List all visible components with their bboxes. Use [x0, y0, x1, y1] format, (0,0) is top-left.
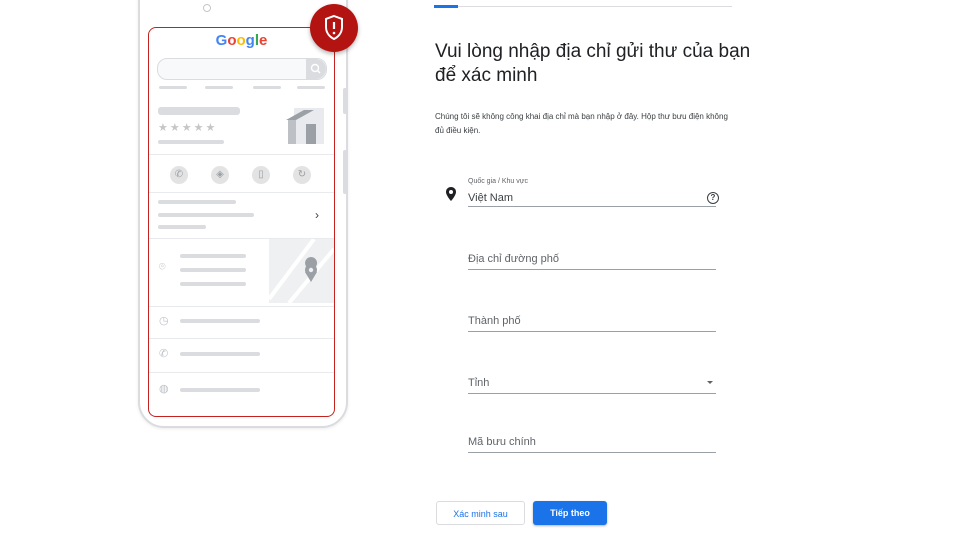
next-button[interactable]: Tiếp theo	[533, 501, 607, 525]
location-pin-icon: ⌾	[159, 261, 166, 273]
phone-side-button	[343, 88, 347, 114]
divider	[149, 338, 334, 339]
province-placeholder: Tỉnh	[468, 377, 490, 389]
country-label: Quốc gia / Khu vực	[468, 178, 528, 185]
street-address-field[interactable]: Địa chỉ đường phố	[468, 241, 716, 270]
mock-text-line	[158, 140, 224, 144]
chevron-down-icon[interactable]	[707, 381, 713, 384]
city-placeholder: Thành phố	[468, 315, 521, 327]
storefront-icon	[286, 108, 324, 144]
street-address-placeholder: Địa chỉ đường phố	[468, 253, 560, 265]
divider	[149, 372, 334, 373]
search-icon	[310, 63, 321, 74]
phone-icon: ✆	[159, 348, 169, 360]
shield-icon	[325, 14, 343, 41]
divider	[149, 154, 334, 155]
city-field[interactable]: Thành phố	[468, 303, 716, 332]
page-title: Vui lòng nhập địa chỉ gửi thư của bạn để…	[435, 41, 751, 86]
country-field[interactable]: Quốc gia / Khu vực Việt Nam	[468, 178, 716, 207]
postal-code-field[interactable]: Mã bưu chính	[468, 424, 716, 453]
share-icon: ↻	[293, 166, 311, 184]
mock-search-bar	[157, 58, 327, 80]
clock-icon: ◷	[159, 315, 169, 327]
map-icon	[267, 237, 334, 305]
mock-business-name	[158, 107, 240, 115]
mock-text-line	[180, 319, 260, 323]
progress-bar	[434, 5, 458, 8]
mock-text-line	[180, 388, 260, 392]
verify-later-button[interactable]: Xác minh sau	[436, 501, 525, 525]
phone-screen: Google ★★★★★ ✆ ◈ ▯ ↻ › ⌾ ◷ ✆ ◍	[148, 27, 335, 417]
mock-text-line	[180, 254, 246, 258]
help-icon[interactable]: ?	[707, 192, 719, 204]
save-icon: ▯	[252, 166, 270, 184]
postal-code-placeholder: Mã bưu chính	[468, 436, 536, 448]
phone-camera	[203, 4, 211, 12]
mock-tab	[253, 86, 281, 89]
progress-track	[434, 6, 732, 7]
mock-text-line	[158, 200, 236, 204]
mock-map	[267, 237, 334, 305]
mock-tab	[159, 86, 187, 89]
privacy-description: Chúng tôi sẽ không công khai địa chỉ mà …	[435, 112, 728, 135]
divider	[149, 306, 334, 307]
rating-stars: ★★★★★	[158, 122, 218, 134]
shield-alert-icon	[310, 4, 358, 52]
divider	[149, 192, 334, 193]
mock-search-button	[306, 59, 326, 79]
directions-icon: ◈	[211, 166, 229, 184]
chevron-right-icon: ›	[315, 208, 319, 222]
mock-tab	[297, 86, 325, 89]
phone-icon: ✆	[170, 166, 188, 184]
province-select[interactable]: Tỉnh	[468, 365, 716, 394]
location-pin-icon	[446, 187, 456, 201]
mock-text-line	[158, 213, 254, 217]
mock-tab	[205, 86, 233, 89]
phone-side-button	[343, 150, 347, 194]
mock-text-line	[158, 225, 206, 229]
mock-text-line	[180, 282, 246, 286]
mock-text-line	[180, 352, 260, 356]
mock-text-line	[180, 268, 246, 272]
globe-icon: ◍	[159, 383, 169, 395]
google-logo: Google	[215, 32, 268, 49]
country-value: Việt Nam	[468, 192, 514, 204]
